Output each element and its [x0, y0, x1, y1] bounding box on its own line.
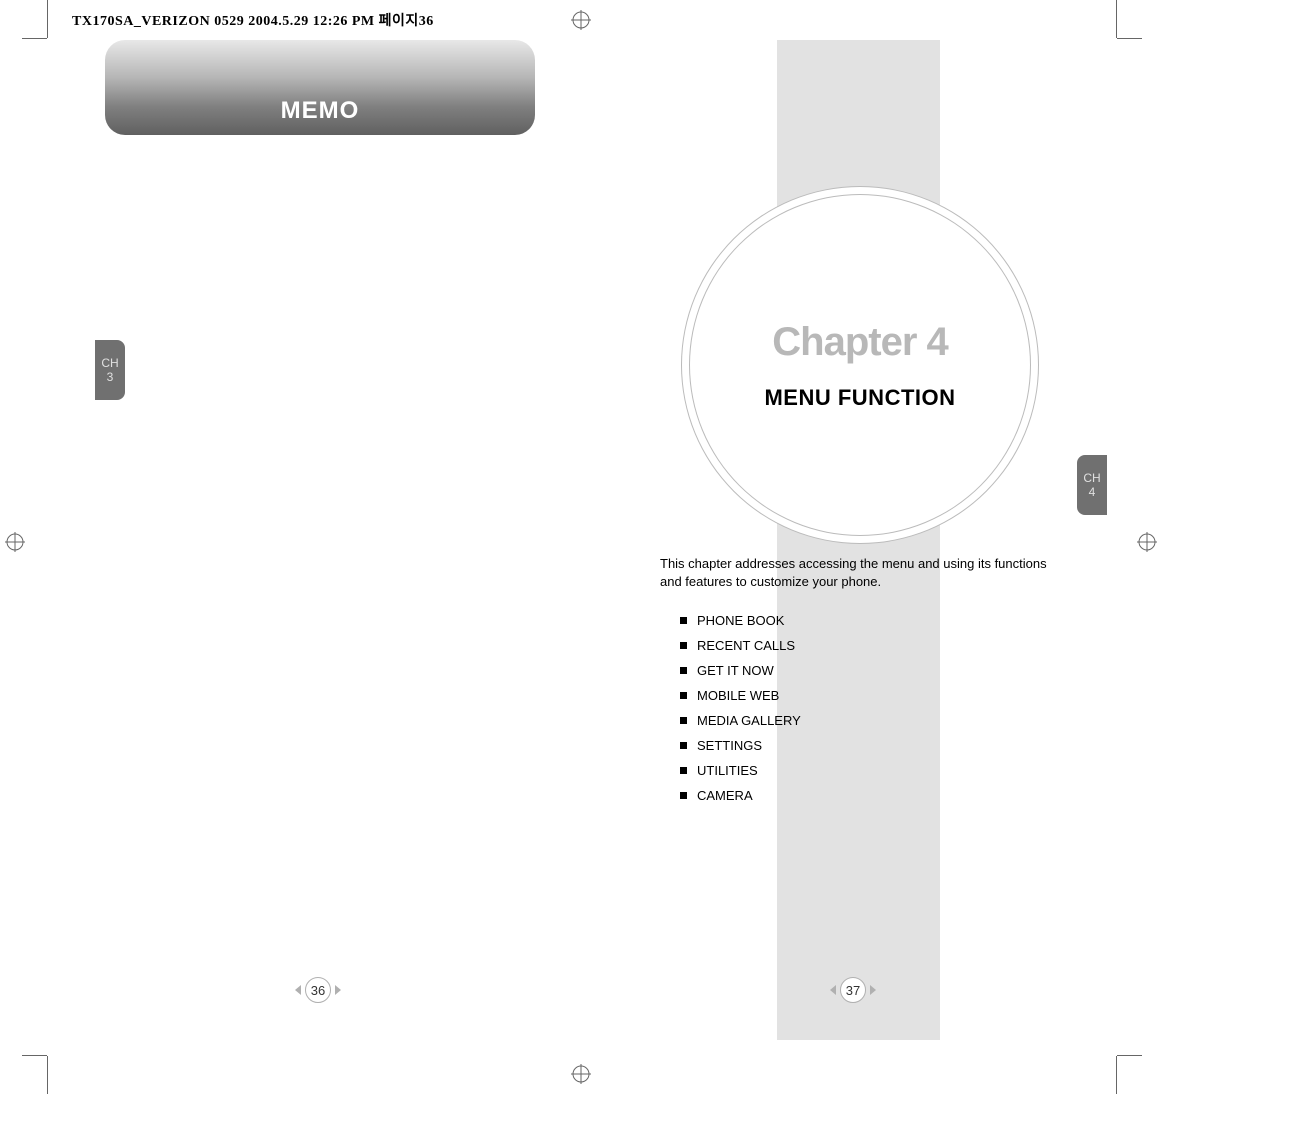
list-item: GET IT NOW: [680, 663, 801, 678]
bullet-icon: [680, 717, 687, 724]
menu-item-label: GET IT NOW: [697, 663, 774, 678]
registration-mark-icon: [571, 10, 591, 30]
list-item: CAMERA: [680, 788, 801, 803]
memo-header-tab: MEMO: [105, 40, 535, 135]
list-item: PHONE BOOK: [680, 613, 801, 628]
bullet-icon: [680, 642, 687, 649]
crop-mark: [1116, 0, 1117, 38]
chapter-tab-right: CH 4: [1077, 455, 1107, 515]
list-item: UTILITIES: [680, 763, 801, 778]
chapter-description: This chapter addresses accessing the men…: [660, 555, 1065, 591]
menu-item-label: RECENT CALLS: [697, 638, 795, 653]
list-item: MOBILE WEB: [680, 688, 801, 703]
list-item: RECENT CALLS: [680, 638, 801, 653]
crop-mark: [1117, 38, 1142, 39]
chapter-subtitle: MENU FUNCTION: [764, 385, 955, 411]
crop-mark: [1116, 1056, 1117, 1094]
chapter-tab-left: CH 3: [95, 340, 125, 400]
crop-mark: [1117, 1055, 1142, 1056]
menu-item-label: MEDIA GALLERY: [697, 713, 801, 728]
menu-item-label: MOBILE WEB: [697, 688, 779, 703]
chapter-title: Chapter 4: [772, 320, 948, 365]
page-number-value: 36: [305, 977, 331, 1003]
page-number-right: 37: [833, 977, 873, 1003]
bullet-icon: [680, 617, 687, 624]
document-header: TX170SA_VERIZON 0529 2004.5.29 12:26 PM …: [72, 10, 434, 30]
registration-mark-icon: [1137, 532, 1157, 552]
decorative-column: [777, 40, 940, 1040]
menu-item-label: CAMERA: [697, 788, 753, 803]
menu-list: PHONE BOOK RECENT CALLS GET IT NOW MOBIL…: [680, 613, 801, 813]
list-item: MEDIA GALLERY: [680, 713, 801, 728]
ch-label: CH: [1083, 471, 1100, 485]
bullet-icon: [680, 767, 687, 774]
menu-item-label: UTILITIES: [697, 763, 758, 778]
bullet-icon: [680, 792, 687, 799]
chapter-circle: Chapter 4 MENU FUNCTION: [690, 195, 1030, 535]
ch-number: 3: [107, 370, 114, 384]
registration-mark-icon: [5, 532, 25, 552]
bullet-icon: [680, 742, 687, 749]
bullet-icon: [680, 667, 687, 674]
memo-label: MEMO: [281, 97, 360, 125]
crop-mark: [22, 38, 47, 39]
menu-item-label: PHONE BOOK: [697, 613, 784, 628]
list-item: SETTINGS: [680, 738, 801, 753]
menu-item-label: SETTINGS: [697, 738, 762, 753]
registration-mark-icon: [571, 1064, 591, 1084]
page-number-left: 36: [298, 977, 338, 1003]
crop-mark: [47, 1056, 48, 1094]
bullet-icon: [680, 692, 687, 699]
crop-mark: [47, 0, 48, 38]
crop-mark: [22, 1055, 47, 1056]
ch-number: 4: [1089, 485, 1096, 499]
ch-label: CH: [101, 356, 118, 370]
page-number-value: 37: [840, 977, 866, 1003]
